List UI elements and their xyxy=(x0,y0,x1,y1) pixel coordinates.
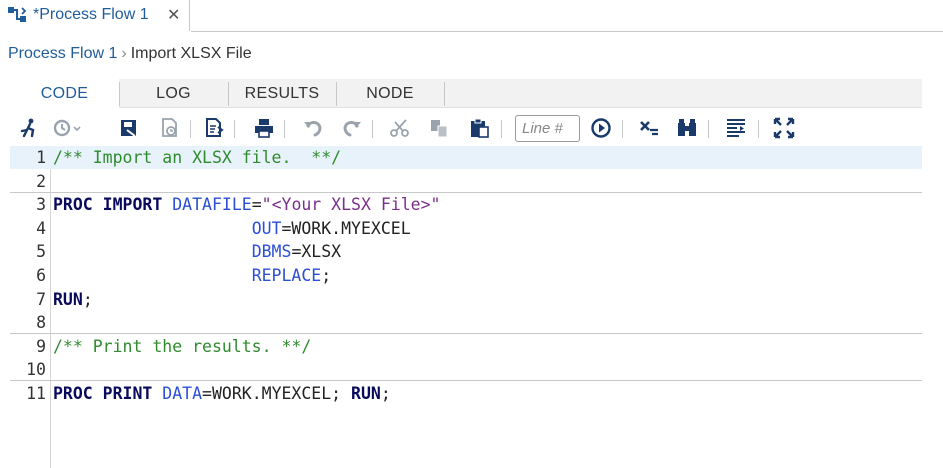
line-number: 5 xyxy=(36,242,46,262)
tab-log[interactable]: LOG xyxy=(119,79,229,108)
code-token: DBMS xyxy=(251,242,292,262)
code-token: /** Import an XLSX file. **/ xyxy=(53,148,342,167)
code-token: DATAFILE xyxy=(172,195,252,215)
tab-code[interactable]: CODE xyxy=(10,79,120,109)
code-line[interactable]: 3 PROC IMPORT DATAFILE="<Your XLSX File>" xyxy=(10,193,922,216)
line-number: 11 xyxy=(26,384,46,403)
line-number: 6 xyxy=(36,266,46,285)
code-editor[interactable]: 1 /** Import an XLSX file. **/ 2 3 PROC IMPO… xyxy=(10,146,922,468)
line-number-input[interactable] xyxy=(515,115,580,142)
tab-results-label: RESULTS xyxy=(244,85,320,102)
tab-log-label: LOG xyxy=(156,85,191,102)
code-toolbar xyxy=(18,114,938,144)
run-icon[interactable] xyxy=(18,117,40,139)
code-text: PROC PRINT DATA=WORK.MYEXCEL; RUN; xyxy=(53,384,391,403)
breadcrumb: Process Flow 1 › Import XLSX File xyxy=(8,45,252,67)
code-line[interactable]: 10 xyxy=(10,358,922,382)
tab-results[interactable]: RESULTS xyxy=(228,79,337,108)
code-token: "<Your XLSX File>" xyxy=(261,195,441,215)
paste-icon[interactable] xyxy=(468,117,490,139)
tab-code-label: CODE xyxy=(40,85,89,102)
find-replace-icon[interactable] xyxy=(676,117,698,139)
maximize-icon[interactable] xyxy=(773,117,795,139)
code-token: =WORK.MYEXCEL; xyxy=(202,384,352,403)
code-token: DATA xyxy=(162,384,203,403)
close-icon[interactable]: ✕ xyxy=(167,5,180,25)
code-token: PROC PRINT xyxy=(53,384,153,403)
breadcrumb-process-flow-link[interactable]: Process Flow 1 xyxy=(8,45,117,62)
code-token: REPLACE xyxy=(251,266,322,285)
copy-icon[interactable] xyxy=(428,117,450,139)
history-icon[interactable] xyxy=(52,117,84,139)
line-number: 4 xyxy=(36,218,46,238)
line-number: 9 xyxy=(36,336,46,356)
code-text: RUN; xyxy=(53,290,93,309)
line-number: 8 xyxy=(36,313,46,333)
line-number: 10 xyxy=(26,360,46,380)
code-token: RUN xyxy=(351,384,381,403)
code-token: ; xyxy=(380,384,391,403)
document-tab-bar: *Process Flow 1 ✕ xyxy=(0,0,943,32)
clear-code-icon[interactable] xyxy=(638,117,660,139)
code-line[interactable]: 8 xyxy=(10,311,922,335)
code-token: /** Print the results. **/ xyxy=(53,336,312,356)
code-line[interactable]: 1 /** Import an XLSX file. **/ xyxy=(10,146,922,169)
code-token: OUT xyxy=(251,218,282,238)
breadcrumb-current-node: Import XLSX File xyxy=(130,45,252,62)
code-text: DBMS=XLSX xyxy=(53,242,341,261)
code-line[interactable]: 4 OUT=WORK.MYEXCEL xyxy=(10,217,922,240)
format-code-icon[interactable] xyxy=(204,117,226,139)
code-text: OUT=WORK.MYEXCEL xyxy=(53,219,411,238)
code-text: /** Import an XLSX file. **/ xyxy=(53,148,341,167)
code-token: ; xyxy=(321,266,332,285)
line-number: 1 xyxy=(36,148,46,167)
line-number: 2 xyxy=(36,171,46,191)
code-text: /** Print the results. **/ xyxy=(53,337,311,356)
save-icon[interactable] xyxy=(118,117,140,139)
code-line[interactable]: 7 RUN; xyxy=(10,288,922,311)
code-token: ; xyxy=(82,289,93,309)
view-tab-bar: CODE LOG RESULTS NODE xyxy=(10,79,922,109)
process-flow-icon xyxy=(7,5,31,25)
go-to-line-icon[interactable] xyxy=(590,117,612,139)
undo-icon[interactable] xyxy=(302,117,324,139)
process-flow-tab[interactable]: *Process Flow 1 ✕ xyxy=(0,0,190,31)
tab-node[interactable]: NODE xyxy=(336,79,445,108)
code-text: REPLACE; xyxy=(53,266,331,285)
code-line[interactable]: 9 /** Print the results. **/ xyxy=(10,335,922,358)
redo-icon[interactable] xyxy=(341,117,363,139)
code-line[interactable]: 6 REPLACE; xyxy=(10,264,922,287)
code-token: RUN xyxy=(53,289,83,309)
code-line[interactable]: 5 DBMS=XLSX xyxy=(10,240,922,263)
line-number: 3 xyxy=(36,195,46,215)
print-icon[interactable] xyxy=(253,117,275,139)
code-token: =WORK.MYEXCEL xyxy=(281,218,411,238)
line-number: 7 xyxy=(36,289,46,309)
code-token: =XLSX xyxy=(291,242,342,262)
tab-strip-divider xyxy=(191,31,943,32)
code-text: PROC IMPORT DATAFILE="<Your XLSX File>" xyxy=(53,195,440,214)
tab-node-label: NODE xyxy=(366,85,414,102)
process-flow-tab-title: *Process Flow 1 xyxy=(33,6,149,23)
code-line[interactable]: 2 xyxy=(10,170,922,193)
save-as-icon[interactable] xyxy=(159,117,181,139)
code-line[interactable]: 11 PROC PRINT DATA=WORK.MYEXCEL; RUN; xyxy=(10,382,922,405)
chevron-right-icon: › xyxy=(121,45,127,62)
code-token: = xyxy=(251,195,262,215)
snippets-icon[interactable] xyxy=(725,117,747,139)
cut-icon[interactable] xyxy=(389,117,411,139)
code-token: PROC IMPORT xyxy=(53,195,163,215)
